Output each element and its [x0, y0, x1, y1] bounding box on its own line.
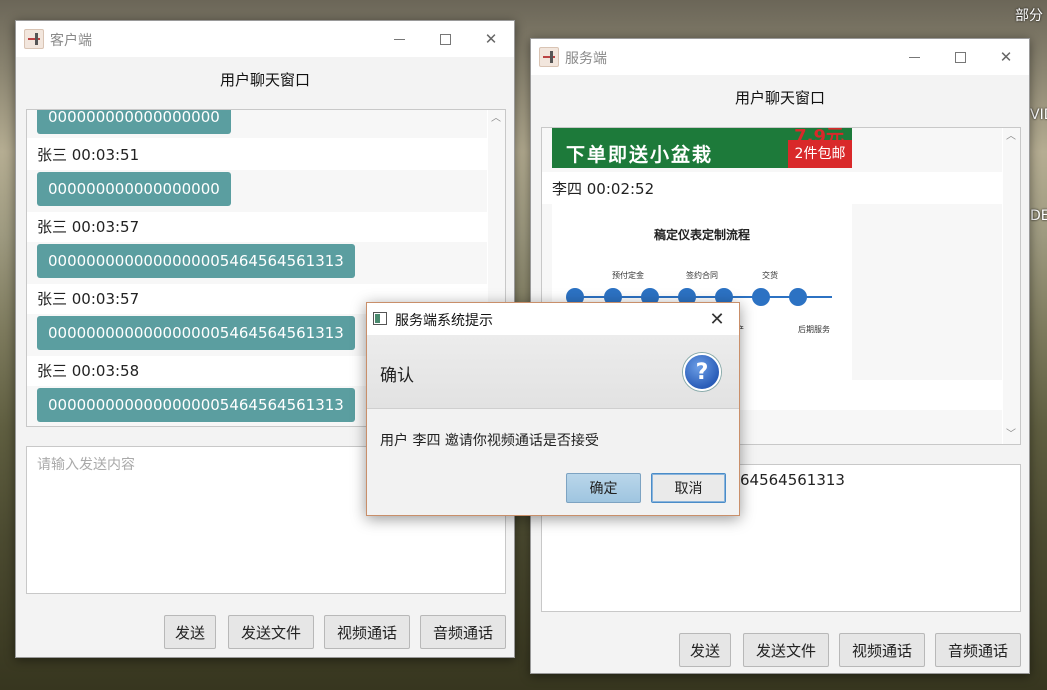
list-item: 张三 00:03:51 — [27, 138, 487, 170]
send-button[interactable]: 发送 — [679, 633, 731, 667]
message-meta: 李四 00:02:52 — [552, 180, 655, 198]
send-button[interactable]: 发送 — [164, 615, 216, 649]
audio-call-button[interactable]: 音频通话 — [420, 615, 506, 649]
desktop-edge-text-1: VID — [1030, 107, 1047, 123]
dialog-header-text: 确认 — [380, 366, 414, 386]
maximize-icon — [439, 33, 451, 45]
app-icon — [24, 29, 44, 49]
flow-step-label: 后期服务 — [798, 325, 830, 334]
server-chat-header: 用户聊天窗口 — [734, 89, 825, 107]
scroll-up-icon[interactable]: ︿ — [491, 114, 501, 124]
minimize-button[interactable] — [891, 39, 937, 75]
scroll-down-icon[interactable]: ﹀ — [1006, 430, 1016, 440]
close-icon: ✕ — [484, 30, 498, 48]
flow-step-label: 签约合同 — [686, 271, 718, 280]
cancel-button[interactable]: 取消 — [651, 473, 726, 503]
flowchart-title: 稿定仪表定制流程 — [653, 228, 750, 242]
message-bubble: 000000000000000000 — [37, 110, 231, 134]
dialog-titlebar[interactable]: 服务端系统提示 ✕ — [367, 303, 739, 335]
maximize-button[interactable] — [937, 39, 983, 75]
banner-tag: 2件包邮 — [788, 140, 852, 168]
message-meta: 张三 00:03:58 — [37, 362, 140, 380]
list-item: 0000000000000000005464564561313 — [27, 242, 487, 284]
close-icon: ✕ — [709, 308, 725, 330]
minimize-icon — [908, 56, 920, 58]
maximize-button[interactable] — [422, 21, 468, 57]
list-item: 李四 00:02:52 — [542, 172, 1002, 204]
client-window-title: 客户端 — [50, 33, 92, 49]
close-button[interactable]: ✕ — [983, 39, 1029, 75]
scroll-up-icon[interactable]: ︿ — [1006, 132, 1016, 142]
window-icon — [373, 312, 387, 325]
desktop-corner-text: 部分 — [1015, 8, 1043, 24]
list-item: 下单即送小盆栽 7.9元 2件包邮 — [542, 128, 1002, 172]
send-file-button[interactable]: 发送文件 — [743, 633, 829, 667]
send-file-button[interactable]: 发送文件 — [228, 615, 314, 649]
message-bubble: 0000000000000000005464564561313 — [37, 244, 355, 278]
dialog-header: 确认 ? — [367, 335, 739, 409]
flow-step-label: 预付定金 — [612, 271, 644, 280]
desktop-edge-text-2: DE — [1030, 208, 1047, 224]
app-icon — [539, 47, 559, 67]
banner-text: 下单即送小盆栽 — [566, 144, 714, 166]
close-button[interactable]: ✕ — [468, 21, 514, 57]
client-titlebar[interactable]: 客户端 ✕ — [16, 21, 514, 57]
client-chat-header: 用户聊天窗口 — [219, 71, 310, 89]
confirm-dialog: 服务端系统提示 ✕ 确认 ? 用户 李四 邀请你视频通话是否接受 确定 取消 — [366, 302, 740, 516]
message-meta: 张三 00:03:57 — [37, 218, 140, 236]
ad-banner-image: 下单即送小盆栽 7.9元 2件包邮 — [552, 128, 852, 168]
maximize-icon — [954, 51, 966, 63]
audio-call-button[interactable]: 音频通话 — [935, 633, 1021, 667]
message-meta: 张三 00:03:51 — [37, 146, 140, 164]
input-placeholder: 请输入发送内容 — [37, 457, 135, 473]
minimize-button[interactable] — [376, 21, 422, 57]
ok-button[interactable]: 确定 — [566, 473, 641, 503]
message-meta: 张三 00:03:57 — [37, 290, 140, 308]
dialog-close-button[interactable]: ✕ — [699, 303, 735, 335]
dialog-message: 用户 李四 邀请你视频通话是否接受 — [380, 433, 599, 449]
dialog-title: 服务端系统提示 — [395, 313, 493, 329]
video-call-button[interactable]: 视频通话 — [839, 633, 925, 667]
flow-step-icon — [789, 288, 807, 306]
close-icon: ✕ — [999, 48, 1013, 66]
list-item: 000000000000000000 — [27, 170, 487, 212]
server-window-title: 服务端 — [565, 51, 607, 67]
dialog-body: 用户 李四 邀请你视频通话是否接受 确定 取消 — [367, 409, 739, 515]
list-item: 000000000000000000 — [27, 110, 487, 138]
flow-step-label: 交货 — [762, 271, 778, 280]
message-bubble: 0000000000000000005464564561313 — [37, 388, 355, 422]
flow-step-icon — [752, 288, 770, 306]
question-icon: ? — [683, 353, 721, 391]
list-item: 张三 00:03:57 — [27, 212, 487, 242]
video-call-button[interactable]: 视频通话 — [324, 615, 410, 649]
server-titlebar[interactable]: 服务端 ✕ — [531, 39, 1029, 75]
message-bubble: 000000000000000000 — [37, 172, 231, 206]
minimize-icon — [393, 38, 405, 40]
message-bubble: 0000000000000000005464564561313 — [37, 316, 355, 350]
input-value: 64564561313 — [740, 471, 845, 489]
chat-scrollbar[interactable]: ︿ ﹀ — [1003, 128, 1020, 444]
